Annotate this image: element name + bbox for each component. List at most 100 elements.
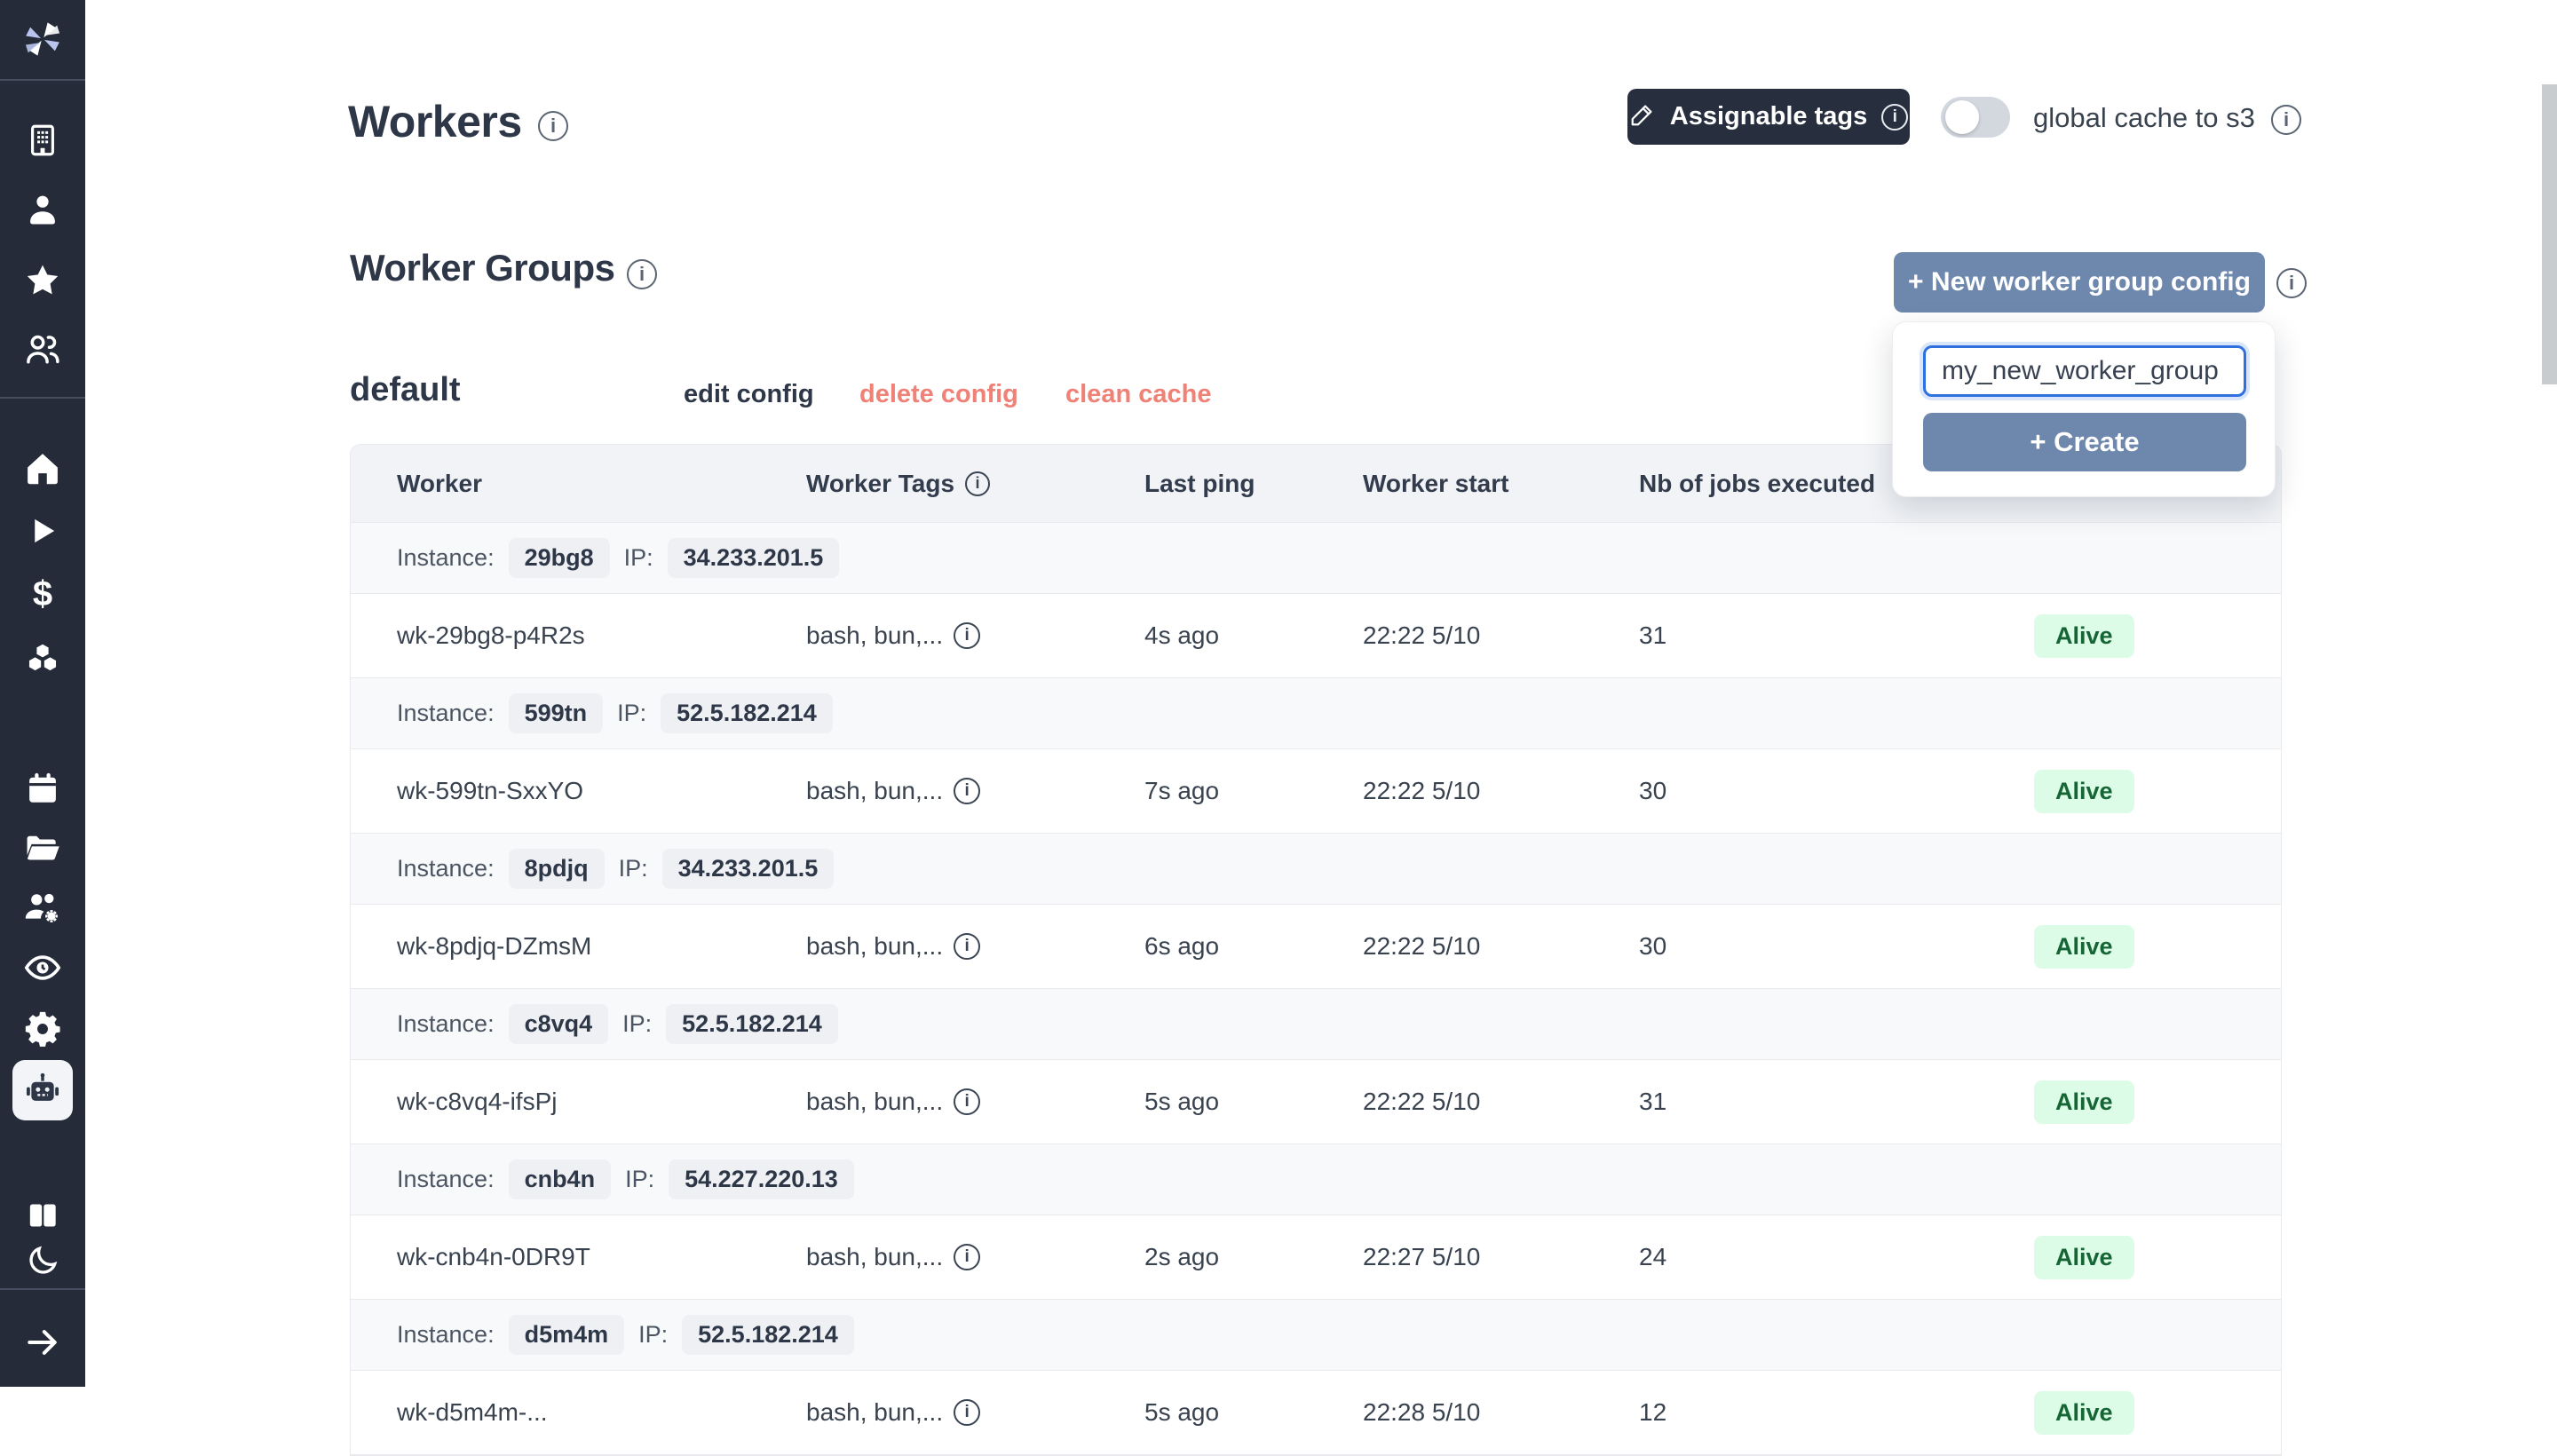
jobs-cell: 12 xyxy=(1639,1398,2034,1427)
ip-label: IP: xyxy=(625,1166,654,1193)
sidebar-item-workers-groups[interactable] xyxy=(0,879,85,936)
tags-info-icon[interactable]: i xyxy=(954,1399,980,1426)
instance-id-chip: 8pdjq xyxy=(509,849,605,889)
worker-start-cell: 22:22 5/10 xyxy=(1363,777,1639,805)
sidebar-divider xyxy=(0,397,85,399)
home-icon xyxy=(23,449,62,488)
instance-label: Instance: xyxy=(397,700,495,727)
tags-info-icon[interactable]: i xyxy=(954,1088,980,1115)
eye-icon xyxy=(22,947,63,988)
worker-name-cell: wk-d5m4m-... xyxy=(397,1398,806,1427)
new-worker-group-name-input[interactable] xyxy=(1923,345,2246,397)
users-gear-icon xyxy=(22,887,63,928)
instance-label: Instance: xyxy=(397,855,495,882)
ip-label: IP: xyxy=(617,700,646,727)
assignable-tags-label: Assignable tags xyxy=(1670,102,1867,131)
assignable-tags-info-icon[interactable]: i xyxy=(1881,104,1908,131)
page-scrollbar[interactable] xyxy=(2542,84,2557,384)
sidebar-item-resources[interactable] xyxy=(0,631,85,688)
sidebar-divider xyxy=(0,1288,85,1290)
worker-start-cell: 22:22 5/10 xyxy=(1363,1088,1639,1116)
play-icon xyxy=(24,512,61,550)
table-body: Instance: 29bg8 IP: 34.233.201.5 wk-29bg… xyxy=(351,523,2281,1455)
last-ping-cell: 5s ago xyxy=(1144,1088,1363,1116)
sidebar-item-workspace[interactable] xyxy=(0,112,85,169)
global-cache-toggle[interactable] xyxy=(1941,97,2010,138)
last-ping-cell: 4s ago xyxy=(1144,621,1363,650)
sidebar-item-settings[interactable] xyxy=(0,1001,85,1057)
delete-config-link[interactable]: delete config xyxy=(859,380,1018,409)
tags-info-icon[interactable]: i xyxy=(954,933,980,960)
worker-name-cell: wk-29bg8-p4R2s xyxy=(397,621,806,650)
create-worker-group-button[interactable]: + Create xyxy=(1923,413,2246,471)
instance-row: Instance: 29bg8 IP: 34.233.201.5 xyxy=(351,523,2281,594)
new-config-info-icon[interactable]: i xyxy=(2276,268,2307,298)
worker-group-name: default xyxy=(350,371,461,409)
ip-label: IP: xyxy=(638,1321,668,1349)
instance-row: Instance: d5m4m IP: 52.5.182.214 xyxy=(351,1300,2281,1371)
jobs-cell: 30 xyxy=(1639,777,2034,805)
ip-chip: 52.5.182.214 xyxy=(666,1004,838,1044)
status-badge: Alive xyxy=(2034,614,2134,658)
worker-row: wk-cnb4n-0DR9T bash, bun,... i 2s ago 22… xyxy=(351,1215,2281,1300)
windmill-logo-icon[interactable] xyxy=(0,11,85,67)
ip-chip: 54.227.220.13 xyxy=(669,1159,854,1199)
user-icon xyxy=(23,190,62,229)
status-cell: Alive xyxy=(2034,614,2281,658)
global-cache-info-icon[interactable]: i xyxy=(2271,105,2301,135)
last-ping-cell: 7s ago xyxy=(1144,777,1363,805)
moon-icon xyxy=(25,1243,60,1278)
instance-label: Instance: xyxy=(397,1166,495,1193)
sidebar-item-runs[interactable] xyxy=(0,502,85,559)
new-worker-group-config-button[interactable]: + New worker group config xyxy=(1894,252,2265,313)
building-icon xyxy=(24,122,61,159)
status-cell: Alive xyxy=(2034,925,2281,969)
worker-tags-cell: bash, bun,... i xyxy=(806,621,1144,650)
sidebar-item-expand[interactable] xyxy=(0,1314,85,1371)
sidebar-item-workers-active[interactable] xyxy=(0,1060,85,1120)
worker-row: wk-c8vq4-ifsPj bash, bun,... i 5s ago 22… xyxy=(351,1060,2281,1144)
last-ping-cell: 5s ago xyxy=(1144,1398,1363,1427)
assignable-tags-button[interactable]: Assignable tags i xyxy=(1627,89,1910,145)
col-header-last-ping: Last ping xyxy=(1144,470,1363,498)
sidebar-item-user[interactable] xyxy=(0,181,85,238)
sidebar-item-dark-mode[interactable] xyxy=(0,1232,85,1289)
sidebar-item-groups[interactable] xyxy=(0,321,85,378)
worker-groups-info-icon[interactable]: i xyxy=(627,259,657,289)
ip-label: IP: xyxy=(622,1010,652,1038)
ip-label: IP: xyxy=(624,544,653,572)
worker-name-cell: wk-8pdjq-DZmsM xyxy=(397,932,806,961)
toggle-knob xyxy=(1945,100,1979,134)
sidebar-item-audit-logs[interactable] xyxy=(0,939,85,996)
jobs-cell: 31 xyxy=(1639,1088,2034,1116)
edit-config-link[interactable]: edit config xyxy=(684,380,814,409)
worker-tags-cell: bash, bun,... i xyxy=(806,1088,1144,1116)
worker-tags-info-icon[interactable]: i xyxy=(965,471,990,496)
tags-info-icon[interactable]: i xyxy=(954,778,980,804)
instance-id-chip: cnb4n xyxy=(509,1159,612,1199)
jobs-cell: 31 xyxy=(1639,621,2034,650)
tags-info-icon[interactable]: i xyxy=(954,622,980,649)
section-title: Worker Groups xyxy=(350,247,614,289)
ip-label: IP: xyxy=(619,855,648,882)
ip-chip: 52.5.182.214 xyxy=(682,1315,854,1355)
status-badge: Alive xyxy=(2034,925,2134,969)
instance-label: Instance: xyxy=(397,1321,495,1349)
worker-row: wk-d5m4m-... bash, bun,... i 5s ago 22:2… xyxy=(351,1371,2281,1455)
ip-chip: 34.233.201.5 xyxy=(662,849,835,889)
sidebar-item-schedules[interactable] xyxy=(0,760,85,817)
clean-cache-link[interactable]: clean cache xyxy=(1065,380,1211,409)
worker-name-cell: wk-cnb4n-0DR9T xyxy=(397,1243,806,1271)
dollar-icon: $ xyxy=(33,576,52,612)
sidebar-item-variables[interactable]: $ xyxy=(0,566,85,622)
tags-info-icon[interactable]: i xyxy=(954,1244,980,1270)
status-cell: Alive xyxy=(2034,1236,2281,1279)
sidebar-item-home[interactable] xyxy=(0,440,85,497)
sidebar-item-favorites[interactable] xyxy=(0,252,85,309)
workers-info-icon[interactable]: i xyxy=(538,111,568,141)
global-cache-label: global cache to s3 xyxy=(2033,102,2255,134)
sidebar-item-folders[interactable] xyxy=(0,820,85,877)
instance-id-chip: 29bg8 xyxy=(509,538,610,578)
jobs-cell: 24 xyxy=(1639,1243,2034,1271)
instance-row: Instance: c8vq4 IP: 52.5.182.214 xyxy=(351,989,2281,1060)
